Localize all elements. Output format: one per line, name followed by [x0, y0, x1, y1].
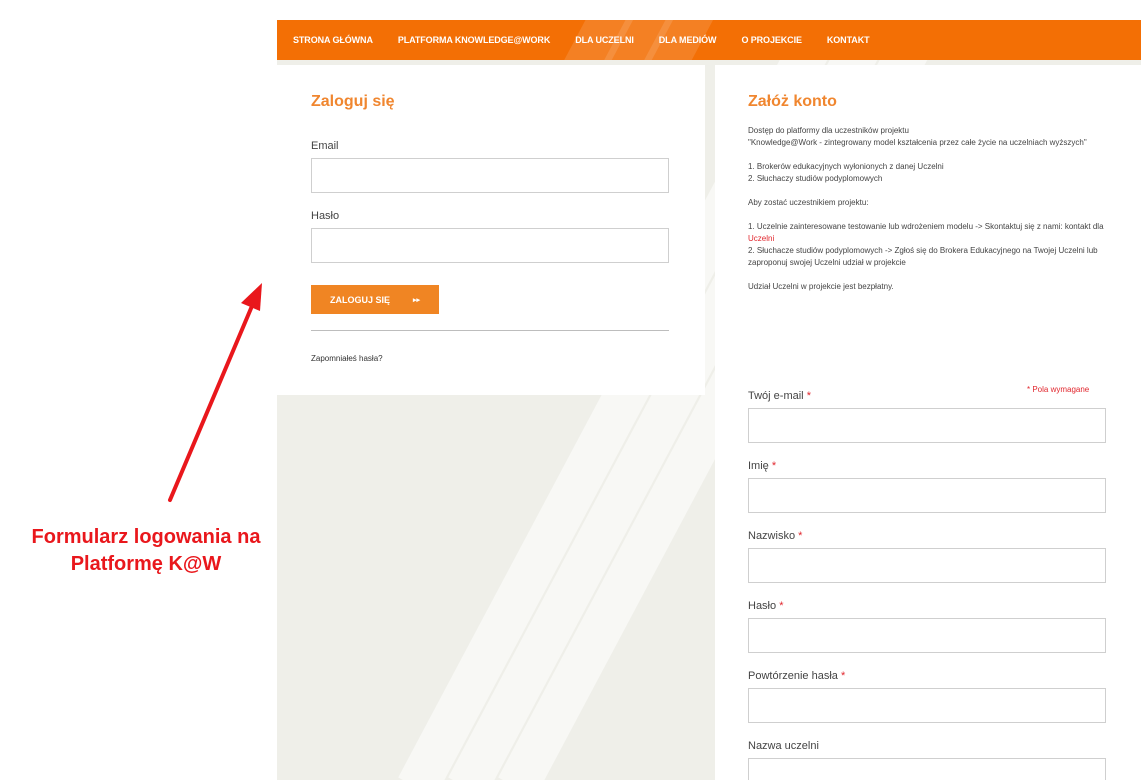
nav-item-about[interactable]: O PROJEKCIE: [741, 35, 802, 45]
first-name-input[interactable]: [748, 478, 1106, 513]
login-button-label: ZALOGUJ SIĘ: [330, 294, 391, 305]
intro-project-name: "Knowledge@Work - zintegrowany model ksz…: [748, 138, 1087, 147]
field-label-text: Twój e-mail: [748, 390, 804, 402]
field-label-text: Powtórzenie hasła: [748, 670, 838, 682]
required-star: *: [806, 390, 811, 402]
double-arrow-icon: ▸▸: [413, 297, 421, 304]
login-card: Zaloguj się Email Hasło ZALOGUJ SIĘ ▸▸ Z…: [277, 65, 705, 395]
divider: [311, 330, 669, 331]
password-label: Hasło: [311, 210, 340, 222]
required-star: *: [771, 460, 777, 472]
repeat-password-input[interactable]: [748, 688, 1106, 723]
field-label-text: Hasło: [748, 600, 777, 612]
login-password-input[interactable]: [311, 228, 669, 263]
free-participation-note: Udział Uczelni w projekcie jest bezpłatn…: [748, 282, 894, 291]
arrow-shaft: [168, 304, 254, 502]
last-name-input[interactable]: [748, 548, 1106, 583]
university-contact-link[interactable]: Uczelni: [748, 234, 774, 243]
login-title: Zaloguj się: [311, 93, 395, 110]
annotation-line: Platformę K@W: [70, 553, 222, 575]
annotation-line: Formularz logowania na: [31, 526, 261, 548]
step-item: 2. Słuchacze studiów podyplomowych -> Zg…: [748, 246, 1098, 267]
top-navigation: STRONA GŁÓWNA PLATFORMA KNOWLEDGE@WORK D…: [277, 20, 1141, 60]
register-password-input[interactable]: [748, 618, 1106, 653]
annotation-label: Formularz logowania na Platformę K@W: [0, 524, 292, 578]
login-email-input[interactable]: [311, 158, 669, 193]
intro-line: Dostęp do platformy dla uczestników proj…: [748, 126, 909, 135]
field-label-text: Imię: [748, 460, 769, 472]
forgot-password-link[interactable]: Zapomniałeś hasła?: [311, 354, 383, 363]
required-star: *: [798, 530, 803, 542]
password-label: Hasło *: [748, 600, 783, 612]
nav-item-contact[interactable]: KONTAKT: [827, 35, 870, 45]
first-name-label: Imię *: [748, 460, 776, 472]
nav-item-home[interactable]: STRONA GŁÓWNA: [293, 35, 373, 45]
steps-list: 1. Uczelnie zainteresowane testowanie lu…: [748, 221, 1108, 269]
nav-item-universities[interactable]: DLA UCZELNI: [575, 35, 634, 45]
how-to-heading: Aby zostać uczestnikiem projektu:: [748, 198, 869, 207]
email-label: Twój e-mail *: [748, 390, 811, 402]
eligible-list: 1. Brokerów edukacyjnych wyłonionych z d…: [748, 161, 1108, 185]
intro-paragraph: Dostęp do platformy dla uczestników proj…: [748, 125, 1108, 149]
nav-item-platform[interactable]: PLATFORMA KNOWLEDGE@WORK: [398, 35, 550, 45]
required-star: *: [840, 670, 846, 682]
register-card: Załóż konto Dostęp do platformy dla ucze…: [715, 65, 1141, 780]
nav-item-media[interactable]: DLA MEDIÓW: [659, 35, 717, 45]
nav-list: STRONA GŁÓWNA PLATFORMA KNOWLEDGE@WORK D…: [293, 20, 895, 60]
field-label-text: Nazwisko: [748, 530, 796, 542]
university-name-label: Nazwa uczelni: [748, 740, 819, 752]
required-fields-note: * Pola wymagane: [1027, 385, 1090, 394]
register-intro: Dostęp do platformy dla uczestników proj…: [748, 125, 1108, 305]
register-title: Załóż konto: [748, 93, 837, 110]
required-star: *: [779, 600, 784, 612]
last-name-label: Nazwisko *: [748, 530, 802, 542]
step-item: 1. Uczelnie zainteresowane testowanie lu…: [748, 222, 1104, 231]
login-button[interactable]: ZALOGUJ SIĘ ▸▸: [311, 285, 439, 314]
repeat-password-label: Powtórzenie hasła *: [748, 670, 845, 682]
eligible-item: 1. Brokerów edukacyjnych wyłonionych z d…: [748, 162, 944, 171]
university-name-input[interactable]: [748, 758, 1106, 780]
email-label: Email: [311, 140, 339, 152]
arrow-head: [241, 283, 262, 311]
eligible-item: 2. Słuchaczy studiów podyplomowych: [748, 174, 883, 183]
register-email-input[interactable]: [748, 408, 1106, 443]
